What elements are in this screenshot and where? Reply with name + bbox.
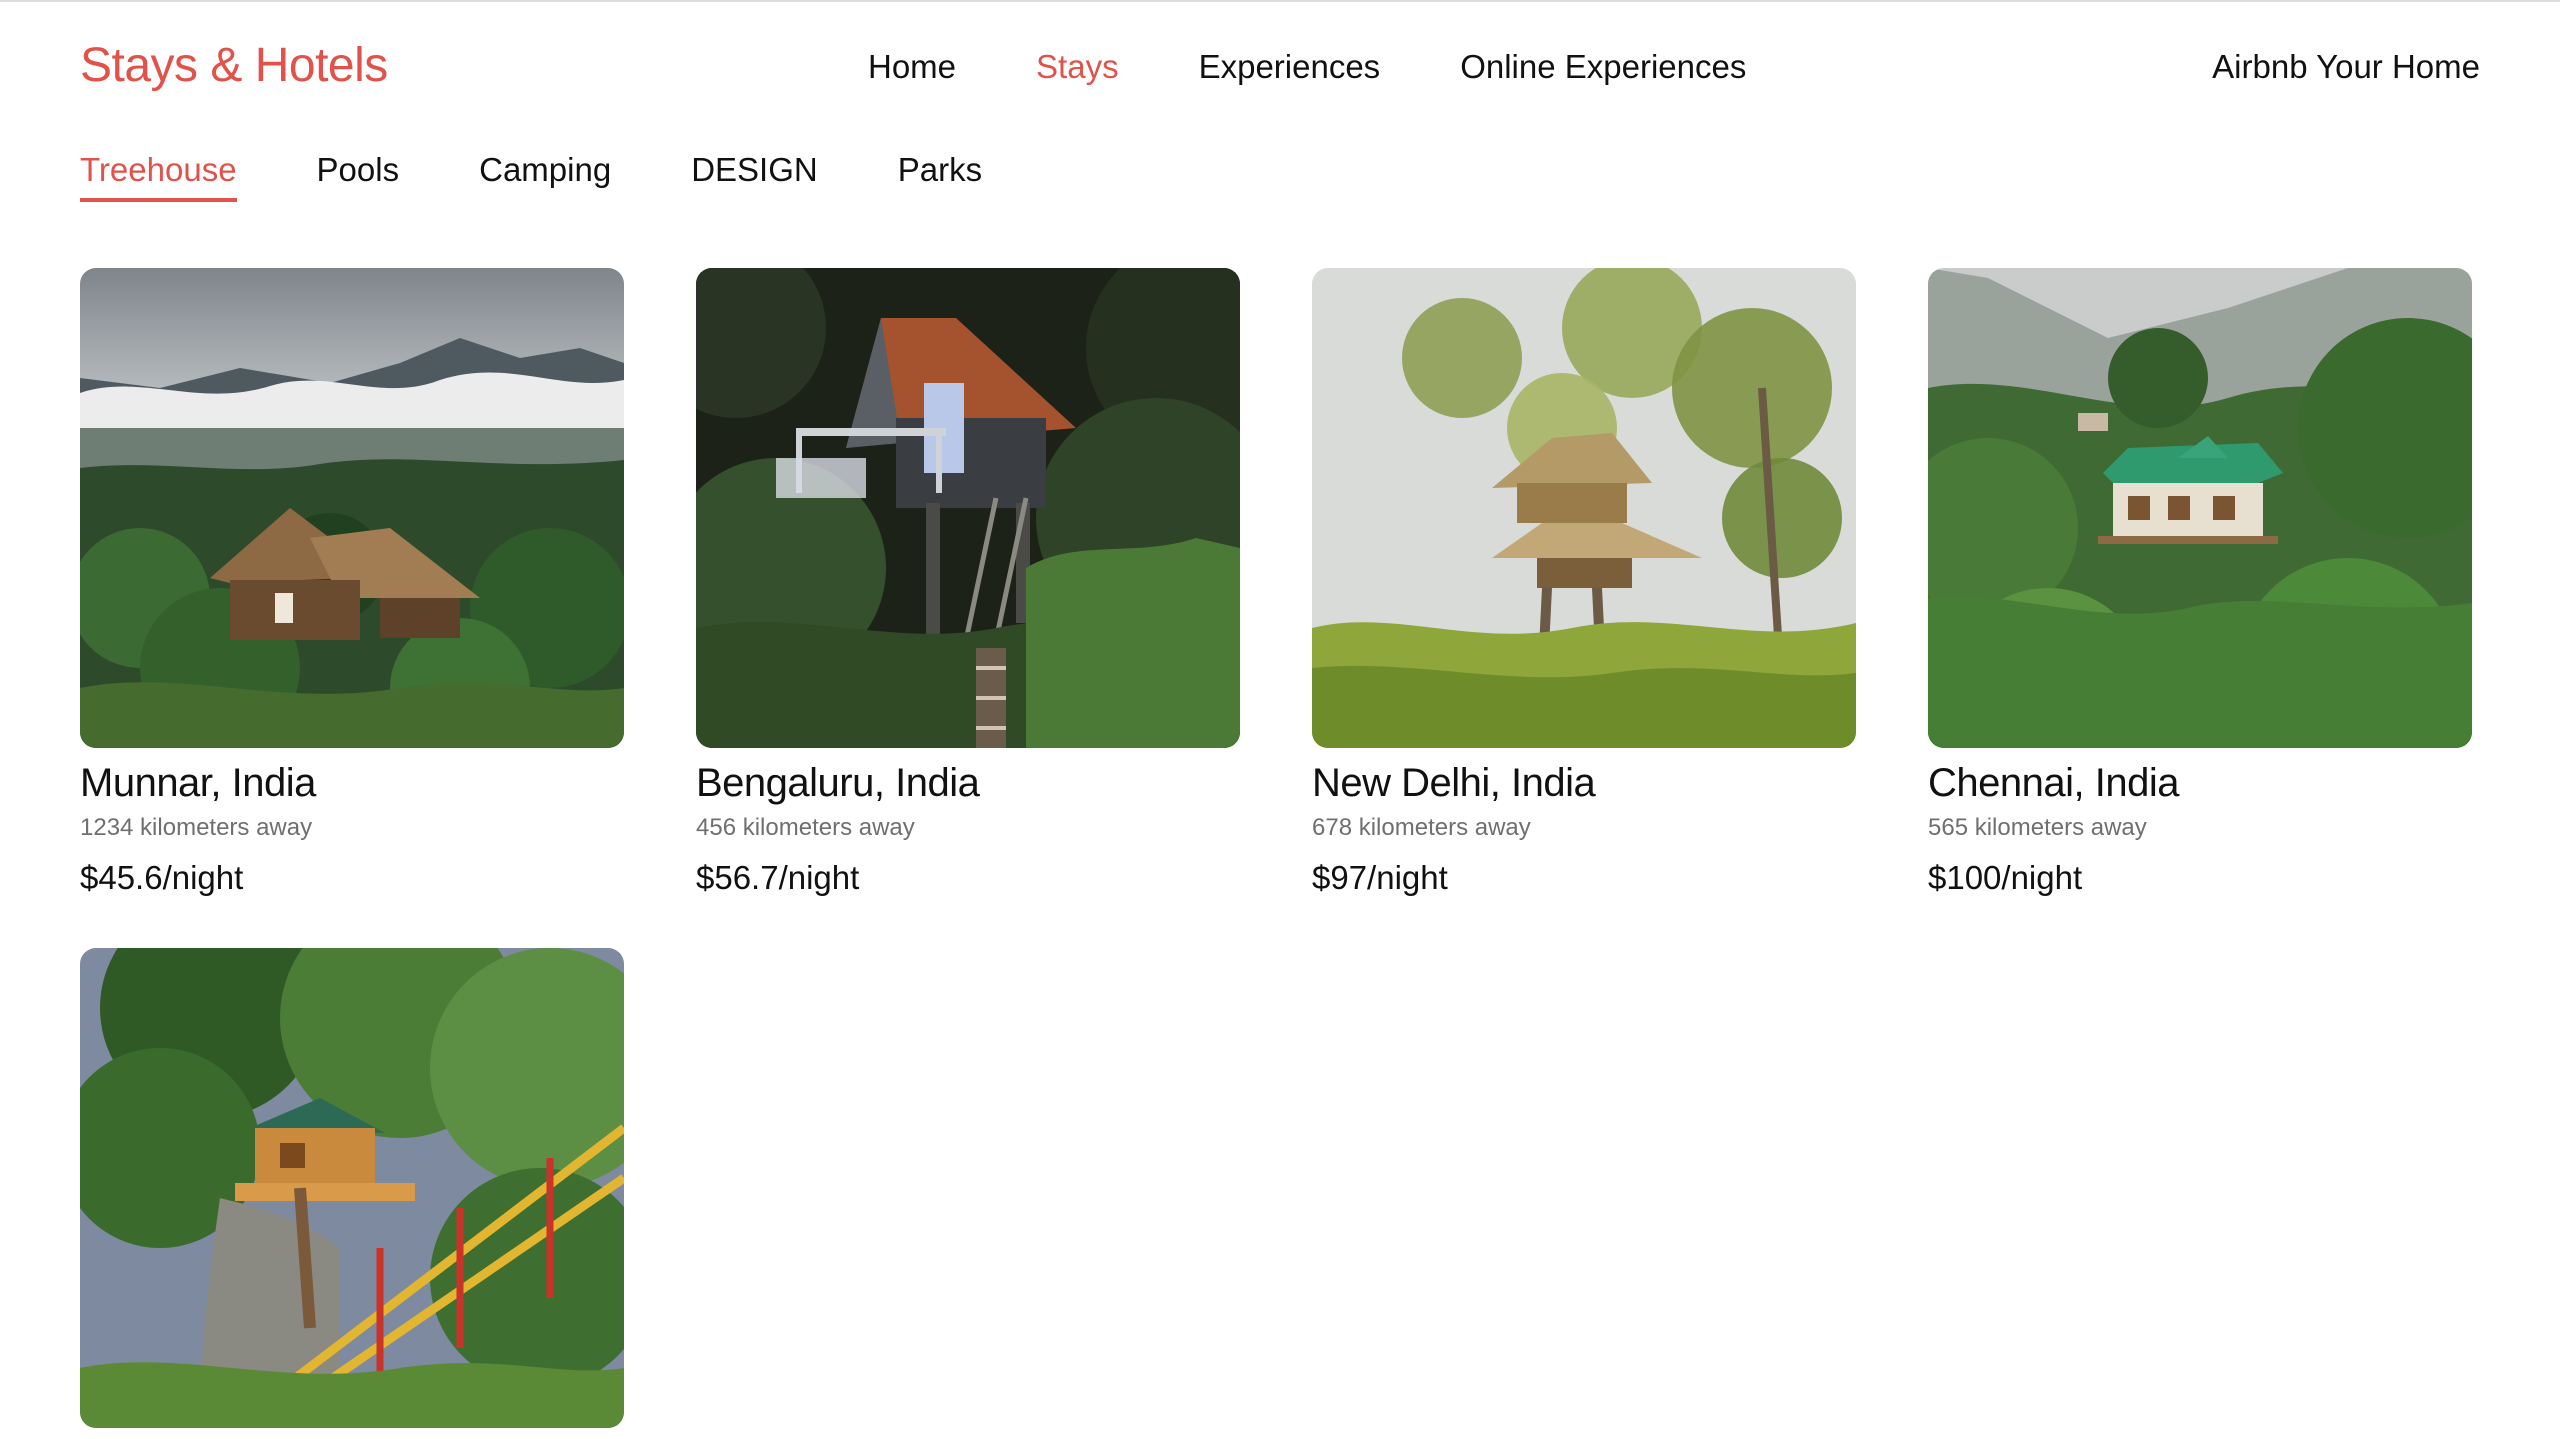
listing-photo <box>1928 268 2472 748</box>
tab-parks[interactable]: Parks <box>898 146 982 202</box>
listing-distance: 565 kilometers away <box>1928 814 2147 841</box>
listing-photo <box>1312 268 1856 748</box>
nav-stays[interactable]: Stays <box>1036 42 1119 92</box>
listing-title[interactable]: Chennai, India <box>1928 758 2472 808</box>
listing-title[interactable]: New Delhi, India <box>1312 758 1856 808</box>
listing-price: $100/night <box>1928 859 2083 896</box>
listing-price: $97/night <box>1312 859 1448 896</box>
listing-photo <box>696 268 1240 748</box>
listing-distance: 456 kilometers away <box>696 814 915 841</box>
nav-online-experiences[interactable]: Online Experiences <box>1460 42 1746 92</box>
tab-camping[interactable]: Camping <box>479 146 611 202</box>
thatched-treehouse-in-field-photo[interactable] <box>1312 268 1856 748</box>
green-roof-house-in-valley-photo[interactable] <box>1928 268 2472 748</box>
airbnb-your-home-link[interactable]: Airbnb Your Home <box>2212 42 2480 92</box>
listing-distance: 1234 kilometers away <box>80 814 313 841</box>
listing-title[interactable]: Bengaluru, India <box>696 758 1240 808</box>
wooden-treehouse-on-rock-photo[interactable] <box>80 948 624 1428</box>
tab-treehouse[interactable]: Treehouse <box>80 146 237 202</box>
top-bar: Stays & Hotels Home Stays Experiences On… <box>0 2 2560 122</box>
listing-price: $45.6/night <box>80 859 244 896</box>
listing-distance: 678 kilometers away <box>1312 814 1531 841</box>
listing-card[interactable]: Bengaluru, India 456 kilometers away $56… <box>696 268 1240 900</box>
category-tabs: Treehouse Pools Camping DESIGN Parks <box>80 146 982 202</box>
tab-design[interactable]: DESIGN <box>691 146 818 202</box>
tab-pools[interactable]: Pools <box>317 146 400 202</box>
thatched-hut-in-misty-hills-photo[interactable] <box>80 268 624 748</box>
listing-photo <box>80 948 624 1428</box>
listing-card[interactable]: New Delhi, India 678 kilometers away $97… <box>1312 268 1856 900</box>
listing-price: $56.7/night <box>696 859 860 896</box>
brand-title[interactable]: Stays & Hotels <box>80 38 388 94</box>
listing-card[interactable]: Munnar, India 1234 kilometers away $45.6… <box>80 268 624 900</box>
listing-photo <box>80 268 624 748</box>
listing-title[interactable]: Munnar, India <box>80 758 624 808</box>
nav-experiences[interactable]: Experiences <box>1199 42 1381 92</box>
nav-home[interactable]: Home <box>868 42 956 92</box>
main-nav: Home Stays Experiences Online Experience… <box>868 42 1746 92</box>
a-frame-cabin-in-jungle-photo[interactable] <box>696 268 1240 748</box>
listing-card[interactable] <box>80 948 624 1428</box>
listing-card[interactable]: Chennai, India 565 kilometers away $100/… <box>1928 268 2472 900</box>
